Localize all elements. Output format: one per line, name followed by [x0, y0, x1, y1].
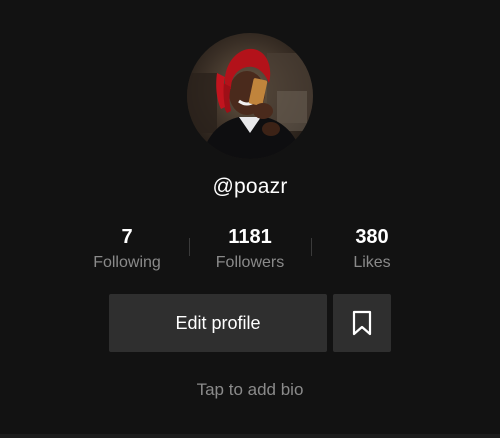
- add-bio-prompt[interactable]: Tap to add bio: [0, 380, 500, 400]
- avatar[interactable]: [187, 33, 313, 159]
- profile-screen: @poazr 7 Following 1181 Followers 380 Li…: [0, 0, 500, 438]
- username: @poazr: [212, 175, 288, 198]
- stat-divider: [311, 238, 312, 256]
- followers-count: 1181: [228, 226, 272, 248]
- favorites-button[interactable]: [333, 294, 391, 352]
- bottom-divider: [0, 434, 500, 438]
- bookmark-icon: [352, 310, 372, 336]
- likes-label: Likes: [353, 254, 391, 271]
- likes-count: 380: [355, 226, 389, 248]
- following-label: Following: [93, 254, 161, 271]
- followers-stat[interactable]: 1181 Followers: [199, 224, 301, 274]
- following-count: 7: [121, 226, 133, 248]
- stat-divider: [189, 238, 190, 256]
- edit-profile-button[interactable]: Edit profile: [109, 294, 327, 352]
- followers-label: Followers: [215, 254, 285, 271]
- likes-stat[interactable]: 380 Likes: [322, 224, 422, 274]
- avatar-photo: [187, 33, 313, 159]
- following-stat[interactable]: 7 Following: [77, 224, 177, 274]
